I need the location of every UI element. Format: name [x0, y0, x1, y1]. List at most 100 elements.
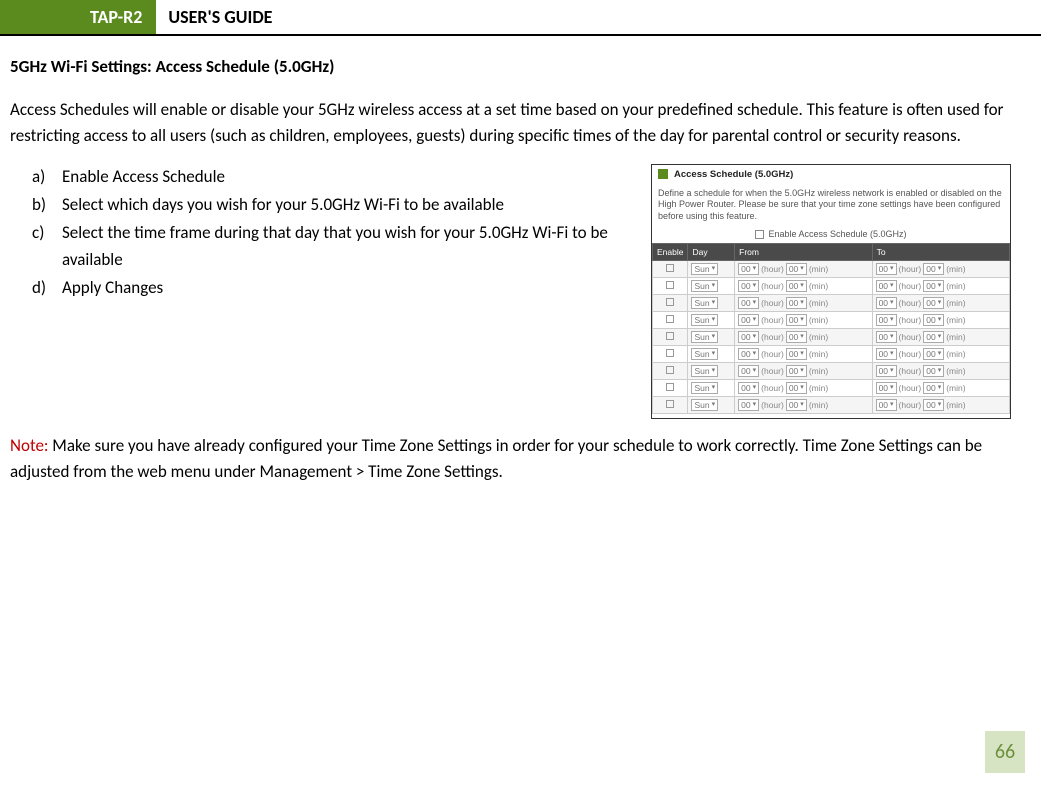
note-text: Make sure you have already configured yo…: [10, 435, 982, 482]
col-day: Day: [688, 243, 735, 260]
header-title: USER'S GUIDE: [156, 0, 284, 34]
table-row: Sun▾00▾(hour)00▾(min)00▾(hour)00▾(min): [653, 294, 1010, 311]
step-item: d) Apply Changes: [32, 275, 633, 301]
checkbox-icon: [755, 230, 764, 239]
step-marker: b): [32, 192, 46, 218]
table-row: Sun▾00▾(hour)00▾(min)00▾(hour)00▾(min): [653, 345, 1010, 362]
table-row: Sun▾00▾(hour)00▾(min)00▾(hour)00▾(min): [653, 379, 1010, 396]
chevron-down-icon: ▾: [712, 314, 716, 326]
day-dropdown: Sun▾: [691, 399, 718, 411]
square-icon: [658, 169, 668, 179]
chevron-down-icon: ▾: [712, 331, 716, 343]
hour-dropdown: 00▾: [738, 280, 759, 292]
day-dropdown: Sun▾: [691, 297, 718, 309]
screenshot-panel: Access Schedule (5.0GHz) Define a schedu…: [651, 164, 1011, 419]
minute-dropdown: 00▾: [786, 382, 807, 394]
step-marker: a): [32, 164, 45, 190]
step-text: Apply Changes: [62, 277, 163, 298]
steps-list: a) Enable Access Schedule b) Select which …: [32, 164, 633, 302]
minute-dropdown: 00▾: [923, 365, 944, 377]
step-marker: c): [32, 220, 44, 246]
step-item: c) Select the time frame during that day …: [32, 220, 633, 273]
step-text: Enable Access Schedule: [62, 166, 225, 187]
minute-dropdown: 00▾: [786, 399, 807, 411]
checkbox-icon: [666, 349, 674, 357]
chevron-down-icon: ▾: [712, 399, 716, 411]
checkbox-icon: [666, 315, 674, 323]
intro-paragraph: Access Schedules will enable or disable …: [10, 97, 1011, 150]
table-row: Sun▾00▾(hour)00▾(min)00▾(hour)00▾(min): [653, 311, 1010, 328]
day-dropdown: Sun▾: [691, 314, 718, 326]
minute-dropdown: 00▾: [786, 365, 807, 377]
checkbox-icon: [666, 298, 674, 306]
page-header: TAP-R2 USER'S GUIDE: [0, 0, 1041, 36]
hour-dropdown: 00▾: [738, 314, 759, 326]
checkbox-icon: [666, 400, 674, 408]
hour-dropdown: 00▾: [876, 331, 897, 343]
col-to: To: [872, 243, 1009, 260]
minute-dropdown: 00▾: [923, 263, 944, 275]
screenshot-enable-row: Enable Access Schedule (5.0GHz): [652, 229, 1010, 243]
minute-dropdown: 00▾: [786, 263, 807, 275]
minute-dropdown: 00▾: [786, 280, 807, 292]
enable-label: Enable Access Schedule (5.0GHz): [768, 229, 906, 239]
chevron-down-icon: ▾: [712, 280, 716, 292]
page-number-badge: 66: [985, 731, 1025, 773]
minute-dropdown: 00▾: [923, 348, 944, 360]
chevron-down-icon: ▾: [712, 297, 716, 309]
hour-dropdown: 00▾: [876, 382, 897, 394]
header-model: TAP-R2: [0, 0, 156, 34]
day-dropdown: Sun▾: [691, 365, 718, 377]
minute-dropdown: 00▾: [786, 348, 807, 360]
section-heading: 5GHz Wi-Fi Settings: Access Schedule (5.…: [10, 56, 1011, 77]
table-row: Sun▾00▾(hour)00▾(min)00▾(hour)00▾(min): [653, 396, 1010, 413]
step-text: Select the time frame during that day th…: [62, 222, 608, 269]
day-dropdown: Sun▾: [691, 348, 718, 360]
chevron-down-icon: ▾: [712, 348, 716, 360]
screenshot-title-row: Access Schedule (5.0GHz): [652, 165, 1010, 184]
col-enable: Enable: [653, 243, 688, 260]
page-content: 5GHz Wi-Fi Settings: Access Schedule (5.…: [0, 36, 1041, 486]
minute-dropdown: 00▾: [923, 297, 944, 309]
day-dropdown: Sun▾: [691, 263, 718, 275]
step-text: Select which days you wish for your 5.0G…: [62, 194, 504, 215]
day-dropdown: Sun▾: [691, 280, 718, 292]
minute-dropdown: 00▾: [923, 331, 944, 343]
step-item: a) Enable Access Schedule: [32, 164, 633, 190]
minute-dropdown: 00▾: [786, 297, 807, 309]
step-marker: d): [32, 275, 46, 301]
screenshot-title: Access Schedule (5.0GHz): [674, 169, 793, 180]
col-from: From: [735, 243, 872, 260]
step-item: b) Select which days you wish for your 5.…: [32, 192, 633, 218]
checkbox-icon: [666, 366, 674, 374]
steps-column: a) Enable Access Schedule b) Select which …: [10, 164, 633, 419]
hour-dropdown: 00▾: [876, 280, 897, 292]
day-dropdown: Sun▾: [691, 331, 718, 343]
table-row: Sun▾00▾(hour)00▾(min)00▾(hour)00▾(min): [653, 328, 1010, 345]
hour-dropdown: 00▾: [876, 314, 897, 326]
day-dropdown: Sun▾: [691, 382, 718, 394]
hour-dropdown: 00▾: [738, 365, 759, 377]
minute-dropdown: 00▾: [923, 314, 944, 326]
checkbox-icon: [666, 383, 674, 391]
chevron-down-icon: ▾: [712, 263, 716, 275]
hour-dropdown: 00▾: [738, 348, 759, 360]
minute-dropdown: 00▾: [923, 399, 944, 411]
hour-dropdown: 00▾: [876, 297, 897, 309]
screenshot-desc: Define a schedule for when the 5.0GHz wi…: [652, 184, 1010, 229]
hour-dropdown: 00▾: [738, 263, 759, 275]
hour-dropdown: 00▾: [876, 365, 897, 377]
minute-dropdown: 00▾: [786, 331, 807, 343]
schedule-table: Enable Day From To Sun▾00▾(hour)00▾(min)…: [652, 243, 1010, 414]
hour-dropdown: 00▾: [876, 399, 897, 411]
hour-dropdown: 00▾: [738, 331, 759, 343]
minute-dropdown: 00▾: [923, 382, 944, 394]
table-row: Sun▾00▾(hour)00▾(min)00▾(hour)00▾(min): [653, 362, 1010, 379]
hour-dropdown: 00▾: [738, 297, 759, 309]
checkbox-icon: [666, 332, 674, 340]
chevron-down-icon: ▾: [712, 365, 716, 377]
hour-dropdown: 00▾: [738, 399, 759, 411]
note-paragraph: Note: Make sure you have already configu…: [10, 433, 1011, 486]
chevron-down-icon: ▾: [712, 382, 716, 394]
table-row: Sun▾00▾(hour)00▾(min)00▾(hour)00▾(min): [653, 277, 1010, 294]
